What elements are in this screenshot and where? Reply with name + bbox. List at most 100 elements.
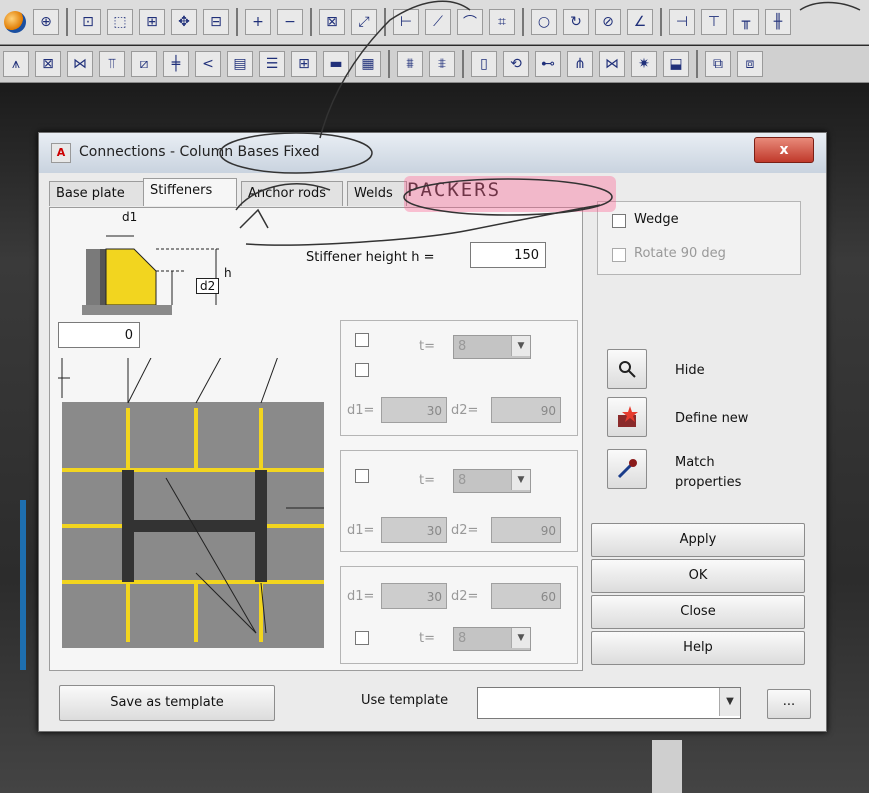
zoom-window-icon[interactable]: ⊡ <box>75 9 101 35</box>
hide-button[interactable] <box>607 349 647 389</box>
group-top-d1-label: d1= <box>347 403 375 418</box>
zoom-center-icon[interactable]: ✥ <box>171 9 197 35</box>
zoom-out-icon[interactable]: − <box>277 9 303 35</box>
ladder-icon[interactable]: ☰ <box>259 51 285 77</box>
dimension-diameter-icon[interactable]: ⊘ <box>595 9 621 35</box>
group-top-d2-input[interactable]: 90 <box>491 397 561 423</box>
browse-template-button[interactable]: ... <box>767 689 811 719</box>
stiffener-height-label: Stiffener height h = <box>306 250 435 265</box>
group-middle-d2-input[interactable]: 90 <box>491 517 561 543</box>
close-button[interactable]: Close <box>591 595 805 629</box>
group-middle-d2-label: d2= <box>451 523 479 538</box>
transform-icon[interactable]: ⟲ <box>503 51 529 77</box>
stiffeners-panel: d1 d2 h Stiffener height h = 150 0 t= 8 … <box>49 207 583 671</box>
toolbar-separator <box>660 8 662 36</box>
zoom-previous-icon[interactable]: ⊟ <box>203 9 229 35</box>
rotate-label: Rotate 90 deg <box>634 246 726 261</box>
group-top-t-select[interactable]: 8 ▼ <box>453 335 531 359</box>
group-bottom-t-label: t= <box>419 631 435 646</box>
toolbar-separator <box>66 8 68 36</box>
group-bottom-d1-input[interactable]: 30 <box>381 583 447 609</box>
wedge-checkbox[interactable] <box>612 214 626 228</box>
zoom-scale-icon[interactable]: ⤢ <box>351 9 377 35</box>
group-middle-t-select[interactable]: 8 ▼ <box>453 469 531 493</box>
close-icon[interactable]: x <box>754 137 814 163</box>
connection-icon[interactable]: < <box>195 51 221 77</box>
stiffener-height-input[interactable]: 150 <box>470 242 546 268</box>
monitor-stand <box>652 740 682 793</box>
template-select[interactable]: ▼ <box>477 687 741 719</box>
tab-stiffeners[interactable]: Stiffeners <box>143 178 237 206</box>
dimension-space-icon[interactable]: ╫ <box>765 9 791 35</box>
explode-icon[interactable]: ✷ <box>631 51 657 77</box>
dimension-aligned-icon[interactable]: ⟋ <box>425 9 451 35</box>
purlin-icon[interactable]: ⫪ <box>99 51 125 77</box>
dimension-angular-icon[interactable]: ∠ <box>627 9 653 35</box>
dimension-chain-icon[interactable]: ╥ <box>733 9 759 35</box>
dimension-arc-icon[interactable]: ⌒ <box>457 9 483 35</box>
ok-button[interactable]: OK <box>591 559 805 593</box>
match-properties-button[interactable] <box>607 449 647 489</box>
match-label-2: properties <box>675 475 742 490</box>
toolbar-separator <box>462 50 464 78</box>
zoom-all-icon[interactable]: ⊠ <box>319 9 345 35</box>
frame-check-icon[interactable]: ⩨ <box>429 51 455 77</box>
railing-icon[interactable]: ⊞ <box>291 51 317 77</box>
options-group: Wedge Rotate 90 deg <box>597 201 801 275</box>
paste-icon[interactable]: ⧈ <box>737 51 763 77</box>
truss-icon[interactable]: ⊠ <box>35 51 61 77</box>
plate-icon[interactable]: ▬ <box>323 51 349 77</box>
help-button[interactable]: Help <box>591 631 805 665</box>
sheeting-icon[interactable]: ⧄ <box>131 51 157 77</box>
offset-input[interactable]: 0 <box>58 322 140 348</box>
portal-frame-icon[interactable]: ⩚ <box>3 51 29 77</box>
magnifier-icon <box>619 361 636 378</box>
frame-design-icon[interactable]: ⩩ <box>397 51 423 77</box>
app-orb-icon[interactable] <box>4 11 26 33</box>
zoom-extents-icon[interactable]: ⬚ <box>107 9 133 35</box>
group-top-checkbox-1[interactable] <box>355 333 369 347</box>
group-top-checkbox-2[interactable] <box>355 363 369 377</box>
dimension-ordinate-icon[interactable]: ⌗ <box>489 9 515 35</box>
group-top-d1-input[interactable]: 30 <box>381 397 447 423</box>
export-icon[interactable]: ⬓ <box>663 51 689 77</box>
define-new-icon <box>618 406 638 427</box>
globe-tool-icon[interactable]: ⊕ <box>33 9 59 35</box>
dimension-continue-icon[interactable]: ⊤ <box>701 9 727 35</box>
tab-anchor-rods[interactable]: Anchor rods <box>241 181 343 206</box>
diagram-label-d2: d2 <box>196 278 220 294</box>
rotate-checkbox[interactable] <box>612 248 626 262</box>
group-middle-d1-input[interactable]: 30 <box>381 517 447 543</box>
dialog-titlebar[interactable]: A Connections - Column Bases Fixed x <box>39 133 826 173</box>
properties-icon[interactable]: ▯ <box>471 51 497 77</box>
group-bottom-checkbox[interactable] <box>355 631 369 645</box>
shear-wall-icon[interactable]: ▦ <box>355 51 381 77</box>
tab-welds[interactable]: Welds <box>347 181 407 206</box>
zoom-select-icon[interactable]: ⊞ <box>139 9 165 35</box>
stiffener-profile-diagram <box>82 235 221 315</box>
dimension-radius-icon[interactable]: ○ <box>531 9 557 35</box>
save-as-template-button[interactable]: Save as template <box>59 685 275 721</box>
grating-icon[interactable]: ▤ <box>227 51 253 77</box>
dimension-jogged-icon[interactable]: ↻ <box>563 9 589 35</box>
group-middle-t-value: 8 <box>458 473 467 488</box>
use-template-label: Use template <box>361 693 449 708</box>
group-bottom-t-select[interactable]: 8 ▼ <box>453 627 531 651</box>
bracing-icon[interactable]: ⋈ <box>67 51 93 77</box>
group-middle-checkbox[interactable] <box>355 469 369 483</box>
define-new-button[interactable] <box>607 397 647 437</box>
toolbar-separator <box>522 8 524 36</box>
apply-button[interactable]: Apply <box>591 523 805 557</box>
joints-icon[interactable]: ⋈ <box>599 51 625 77</box>
nodes-icon[interactable]: ⋔ <box>567 51 593 77</box>
define-new-label: Define new <box>675 411 749 426</box>
dimension-baseline-icon[interactable]: ⊣ <box>669 9 695 35</box>
zoom-in-icon[interactable]: + <box>245 9 271 35</box>
tab-base-plate[interactable]: Base plate <box>49 181 145 206</box>
copy-icon[interactable]: ⧉ <box>705 51 731 77</box>
members-icon[interactable]: ⊷ <box>535 51 561 77</box>
packers-annotation: PACKERS <box>407 179 502 201</box>
dimension-linear-icon[interactable]: ⊢ <box>393 9 419 35</box>
stair-icon[interactable]: ╪ <box>163 51 189 77</box>
group-bottom-d2-input[interactable]: 60 <box>491 583 561 609</box>
